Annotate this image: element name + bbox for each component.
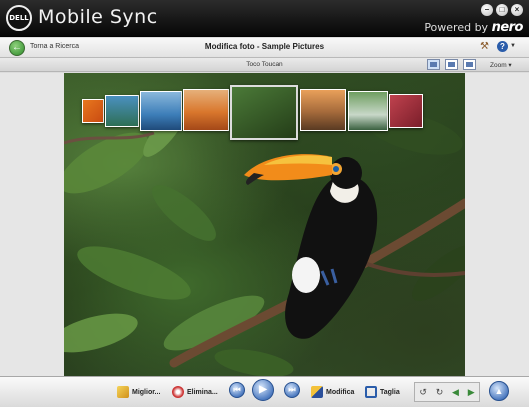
dell-logo: DELL [6, 5, 32, 31]
improve-button[interactable]: Miglior... [117, 385, 160, 399]
photo-viewer [0, 73, 529, 376]
edit-label: Modifica [326, 388, 355, 396]
window-controls: – □ × [481, 4, 523, 16]
previous-photo-button[interactable]: ⏮ [229, 382, 245, 398]
page-title: Modifica foto - Sample Pictures [204, 42, 325, 51]
powered-by-prefix: Powered by [424, 21, 489, 34]
minimize-icon[interactable]: – [481, 4, 493, 16]
red-eye-icon [172, 386, 184, 398]
rotate-left-icon[interactable]: ↺ [419, 387, 427, 398]
delete-label: Elimina... [187, 388, 218, 396]
thumbnail-7[interactable] [348, 91, 388, 131]
edit-button[interactable]: Modifica [311, 385, 354, 399]
expand-filmstrip-button[interactable]: ▲ [489, 381, 509, 401]
edit-icon [311, 386, 323, 398]
navigation-bar: ← Torna a Ricerca Modifica foto - Sample… [0, 38, 529, 58]
crop-button[interactable]: Taglia [365, 385, 400, 399]
fullscreen-view-button[interactable] [463, 59, 476, 70]
rotate-controls: ↺ ↻ ◀ ▶ [414, 382, 480, 402]
thumbnail-5-selected[interactable] [230, 85, 298, 140]
grid-view-button[interactable] [445, 59, 458, 70]
chevron-down-icon[interactable]: ▼ [510, 43, 516, 49]
flip-right-icon[interactable]: ▶ [468, 387, 475, 398]
nero-logo: nero [491, 20, 524, 35]
thumbnail-1[interactable] [82, 99, 104, 123]
help-button[interactable]: ? [497, 41, 508, 52]
close-icon[interactable]: × [511, 4, 523, 16]
delete-button[interactable]: Elimina... [172, 385, 218, 399]
thumbnail-4[interactable] [183, 89, 229, 131]
maximize-icon[interactable]: □ [496, 4, 508, 16]
tools-icon[interactable]: ⚒ [480, 41, 489, 52]
magic-wand-icon [117, 386, 129, 398]
app-title: Mobile Sync [38, 6, 158, 28]
crop-label: Taglia [380, 388, 400, 396]
crop-icon [365, 386, 377, 398]
photo-info-bar: Toco Toucan Zoom ▾ [0, 58, 529, 72]
thumbnail-6[interactable] [300, 89, 346, 131]
toucan-photo [64, 73, 465, 376]
thumbnail-2[interactable] [105, 95, 139, 127]
bottom-toolbar: Miglior... Elimina... ⏮ ▶ ⏭ Modifica Tag… [0, 376, 529, 407]
flip-left-icon[interactable]: ◀ [452, 387, 459, 398]
thumbnail-8[interactable] [389, 94, 423, 128]
rotate-right-icon[interactable]: ↻ [436, 387, 444, 398]
improve-label: Miglior... [132, 388, 161, 396]
powered-by: Powered by nero [424, 20, 523, 35]
zoom-dropdown[interactable]: Zoom ▾ [490, 61, 512, 69]
title-bar: DELL Mobile Sync – □ × Powered by nero [0, 0, 529, 37]
single-view-button[interactable] [427, 59, 440, 70]
next-photo-button[interactable]: ⏭ [284, 382, 300, 398]
play-slideshow-button[interactable]: ▶ [252, 379, 274, 401]
thumbnail-3[interactable] [140, 91, 182, 131]
